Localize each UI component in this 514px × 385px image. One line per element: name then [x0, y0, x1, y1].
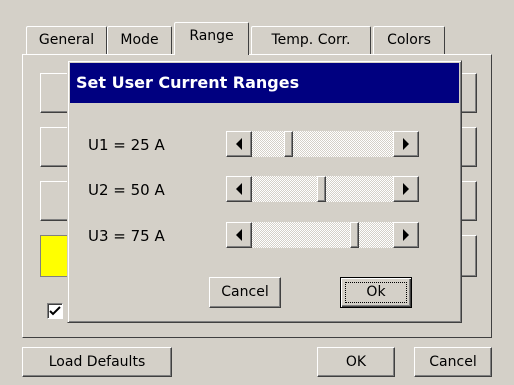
dialog-cancel-label: Cancel — [221, 284, 269, 300]
u1-label: U1 = 25 A — [88, 136, 165, 154]
u2-thumb[interactable] — [317, 176, 326, 202]
arrow-right-icon — [403, 229, 409, 241]
tab-mode[interactable]: Mode — [107, 26, 172, 54]
cancel-label: Cancel — [429, 354, 477, 370]
u3-slider[interactable] — [226, 222, 419, 248]
color-swatch[interactable] — [40, 235, 70, 277]
load-defaults-button[interactable]: Load Defaults — [22, 347, 172, 377]
arrow-right-icon — [403, 138, 409, 150]
ok-label: OK — [345, 354, 367, 370]
arrow-right-icon — [403, 183, 409, 195]
focus-rectangle — [345, 282, 407, 303]
dialog-ok-button[interactable]: Ok — [340, 277, 412, 308]
dialog-title: Set User Current Ranges — [70, 63, 459, 103]
tab-temp-corr[interactable]: Temp. Corr. — [251, 26, 371, 54]
u2-track[interactable] — [252, 176, 393, 202]
ok-button[interactable]: OK — [317, 347, 395, 377]
u2-increment-button[interactable] — [393, 176, 419, 202]
u3-thumb[interactable] — [350, 222, 359, 248]
u3-track[interactable] — [252, 222, 393, 248]
tab-general[interactable]: General — [26, 26, 107, 54]
tab-colors-label: Colors — [387, 32, 431, 48]
set-user-current-ranges-dialog: Set User Current Ranges U1 = 25 A U2 = 5… — [67, 60, 462, 323]
u3-label: U3 = 75 A — [88, 227, 165, 245]
range-button-1[interactable] — [40, 73, 70, 113]
enable-checkbox[interactable] — [47, 303, 63, 319]
u3-decrement-button[interactable] — [226, 222, 252, 248]
tab-mode-label: Mode — [120, 32, 159, 48]
arrow-left-icon — [236, 229, 242, 241]
load-defaults-label: Load Defaults — [48, 354, 146, 370]
tab-general-label: General — [38, 32, 95, 48]
u2-decrement-button[interactable] — [226, 176, 252, 202]
range-button-2[interactable] — [40, 127, 70, 167]
u2-slider[interactable] — [226, 176, 419, 202]
arrow-left-icon — [236, 183, 242, 195]
u1-track[interactable] — [252, 131, 393, 157]
tab-range[interactable]: Range — [174, 22, 249, 55]
arrow-left-icon — [236, 138, 242, 150]
cancel-button[interactable]: Cancel — [414, 347, 492, 377]
u3-increment-button[interactable] — [393, 222, 419, 248]
u1-decrement-button[interactable] — [226, 131, 252, 157]
tab-range-label: Range — [189, 28, 234, 44]
check-icon — [49, 306, 61, 316]
u2-label: U2 = 50 A — [88, 181, 165, 199]
range-button-3[interactable] — [40, 181, 70, 221]
u1-increment-button[interactable] — [393, 131, 419, 157]
u1-thumb[interactable] — [284, 131, 293, 157]
tab-colors[interactable]: Colors — [373, 26, 445, 54]
dialog-cancel-button[interactable]: Cancel — [209, 277, 281, 308]
tab-temp-corr-label: Temp. Corr. — [271, 32, 351, 48]
u1-slider[interactable] — [226, 131, 419, 157]
